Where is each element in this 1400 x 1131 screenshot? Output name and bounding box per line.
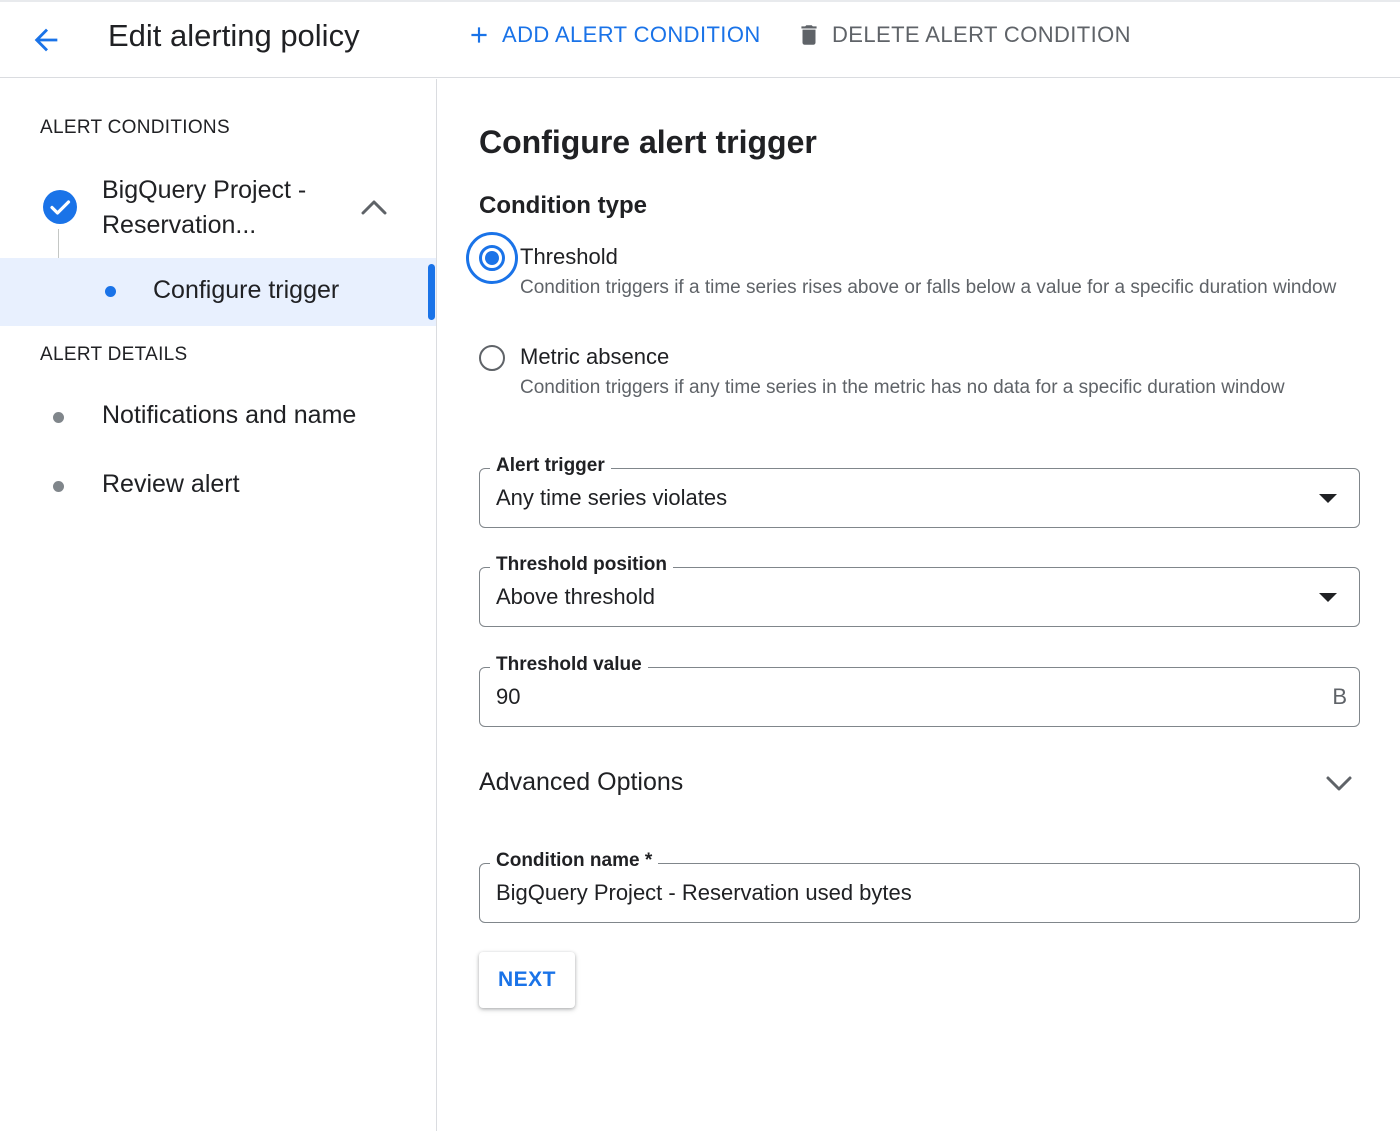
threshold-position-label: Threshold position xyxy=(490,554,673,576)
option-threshold-label: Threshold xyxy=(520,244,618,269)
plus-icon xyxy=(471,27,487,43)
active-step-dot xyxy=(105,286,116,297)
delete-alert-condition-button[interactable]: DELETE ALERT CONDITION xyxy=(796,22,1131,48)
stepper-sidebar: ALERT CONDITIONS BigQuery Project - Rese… xyxy=(0,79,437,1131)
alert-details-heading: ALERT DETAILS xyxy=(40,344,188,365)
sidebar-item-condition-label: BigQuery Project - Reservation... xyxy=(102,176,307,239)
threshold-value-input[interactable]: Threshold value 90 B xyxy=(479,654,1360,727)
chevron-up-icon[interactable] xyxy=(358,195,390,219)
dropdown-arrow-icon xyxy=(1319,494,1337,503)
condition-name-label: Condition name * xyxy=(490,850,659,872)
arrow-back-icon xyxy=(34,28,58,52)
sidebar-item-notifications[interactable]: Notifications and name xyxy=(0,391,436,441)
condition-name-input[interactable]: Condition name * BigQuery Project - Rese… xyxy=(479,850,1360,923)
advanced-options-expander[interactable]: Advanced Options xyxy=(479,758,1360,808)
trash-icon xyxy=(801,25,817,45)
condition-name-value: BigQuery Project - Reservation used byte… xyxy=(496,880,912,905)
add-alert-condition-button[interactable]: ADD ALERT CONDITION xyxy=(466,22,761,48)
advanced-options-label: Advanced Options xyxy=(479,768,684,796)
threshold-unit-suffix: B xyxy=(1332,684,1347,709)
alert-trigger-value: Any time series violates xyxy=(496,485,728,510)
alert-conditions-heading: ALERT CONDITIONS xyxy=(40,117,230,138)
threshold-position-select[interactable]: Threshold position Above threshold xyxy=(479,554,1360,627)
threshold-value-label: Threshold value xyxy=(490,654,648,676)
step-dot xyxy=(53,481,64,492)
sidebar-item-configure-trigger-label: Configure trigger xyxy=(153,276,340,304)
alert-trigger-label: Alert trigger xyxy=(490,455,611,477)
next-button[interactable]: NEXT xyxy=(479,952,575,1008)
alert-trigger-select[interactable]: Alert trigger Any time series violates xyxy=(479,455,1360,528)
sidebar-item-configure-trigger[interactable]: Configure trigger xyxy=(0,258,436,326)
threshold-value-text: 90 xyxy=(496,684,521,709)
sidebar-item-condition[interactable]: BigQuery Project - Reservation... xyxy=(0,169,436,249)
section-title: Configure alert trigger xyxy=(479,124,817,160)
add-alert-condition-label: ADD ALERT CONDITION xyxy=(502,22,761,47)
sidebar-item-review-alert[interactable]: Review alert xyxy=(0,460,436,510)
delete-alert-condition-label: DELETE ALERT CONDITION xyxy=(832,22,1131,47)
sidebar-item-review-alert-label: Review alert xyxy=(102,470,240,498)
chevron-down-icon xyxy=(1326,776,1352,791)
active-indicator-bar xyxy=(428,264,435,320)
option-metric-absence-description: Condition triggers if any time series in… xyxy=(520,377,1285,398)
step-dot xyxy=(53,412,64,423)
top-app-bar: Edit alerting policy ADD ALERT CONDITION… xyxy=(0,0,1400,78)
check-circle-icon xyxy=(43,190,77,224)
dropdown-arrow-icon xyxy=(1319,593,1337,602)
threshold-position-value: Above threshold xyxy=(496,584,655,609)
sidebar-item-notifications-label: Notifications and name xyxy=(102,401,357,429)
page-title: Edit alerting policy xyxy=(108,18,360,53)
condition-type-label: Condition type xyxy=(479,192,647,219)
option-threshold-description: Condition triggers if a time series rise… xyxy=(520,277,1337,298)
option-metric-absence-label: Metric absence xyxy=(520,344,670,369)
radio-metric-absence[interactable] xyxy=(479,345,505,371)
radio-threshold-selected-dot xyxy=(485,251,499,265)
back-button[interactable] xyxy=(26,20,66,60)
